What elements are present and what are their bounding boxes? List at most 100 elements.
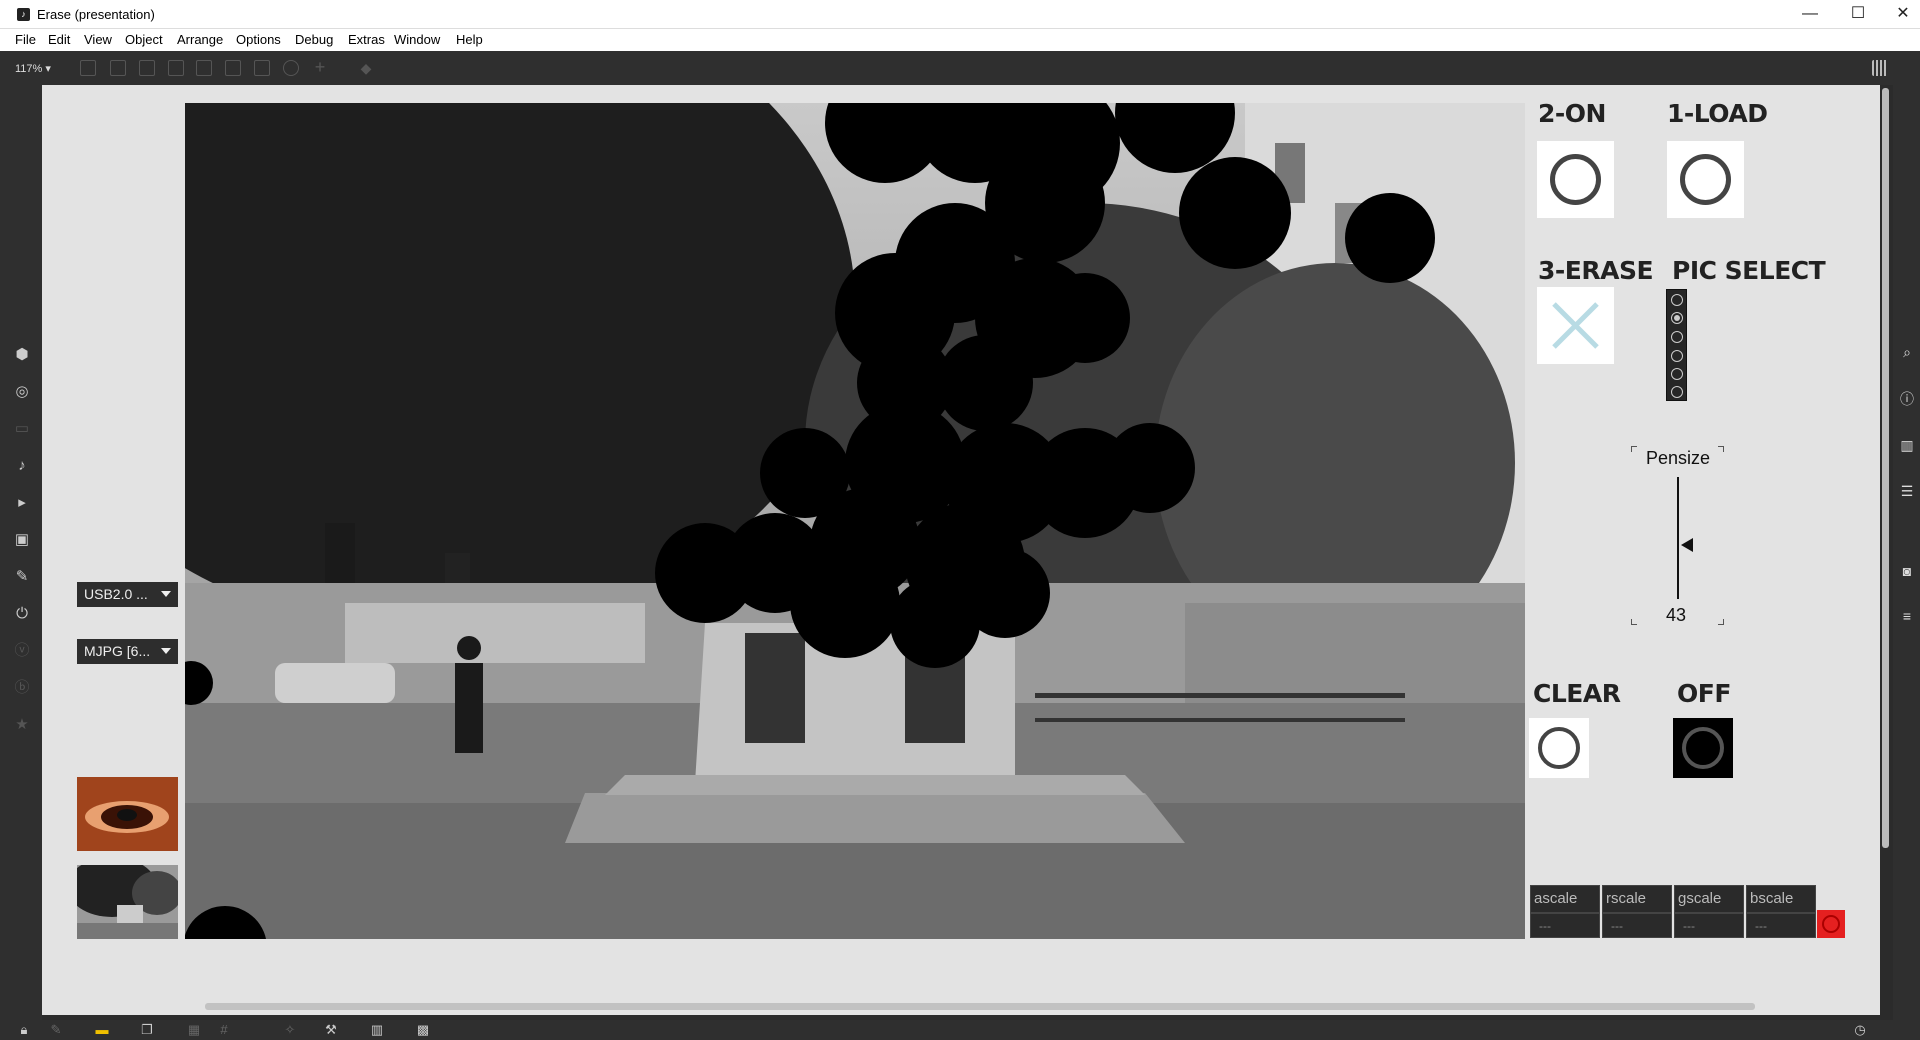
erase-toggle[interactable] (1537, 287, 1614, 364)
menu-extras[interactable]: Extras (348, 32, 385, 47)
off-label: OFF (1677, 679, 1731, 708)
bang-icon[interactable] (225, 60, 241, 76)
search-icon[interactable]: ⌕ (1897, 342, 1917, 362)
thumbnail-eye[interactable] (77, 777, 178, 851)
patch-icon[interactable]: ▦ (186, 1022, 202, 1038)
clear-button[interactable] (1529, 718, 1589, 778)
toolbar: 117% ▾ + ◆ (0, 51, 1920, 85)
video-device-dropdown[interactable]: USB2.0 ... (77, 582, 178, 607)
plug-icon[interactable]: ⏻ (12, 604, 32, 624)
columns-icon[interactable]: ▥ (1897, 435, 1917, 455)
radio-option-2[interactable] (1671, 312, 1683, 324)
edit-icon[interactable]: ✎ (48, 1022, 64, 1038)
windows-icon[interactable]: ❐ (139, 1022, 155, 1038)
info-icon[interactable]: ⓘ (1897, 389, 1917, 409)
camera-icon[interactable]: ◙ (1897, 561, 1917, 581)
image-icon[interactable]: ▣ (12, 530, 32, 550)
load-button[interactable] (1667, 141, 1744, 218)
radio-option-6[interactable] (1671, 386, 1683, 398)
vertical-scrollbar[interactable] (1882, 88, 1889, 848)
ascale-number[interactable]: --- (1530, 913, 1600, 938)
title-bar: ♪ Erase (presentation) — ☐ ✕ (0, 0, 1920, 29)
star-icon[interactable]: ★ (12, 715, 32, 735)
pic-select-label: PIC SELECT (1672, 256, 1826, 285)
load-label: 1-LOAD (1667, 99, 1768, 128)
add-icon[interactable]: + (312, 58, 328, 76)
radio-option-4[interactable] (1671, 350, 1683, 362)
chevron-down-icon (161, 591, 171, 597)
presentation-icon[interactable] (80, 60, 96, 76)
radio-option-5[interactable] (1671, 368, 1683, 380)
erase-label: 3-ERASE (1538, 256, 1654, 285)
rscale-number[interactable]: --- (1602, 913, 1672, 938)
menu-view[interactable]: View (84, 32, 112, 47)
paint-icon[interactable]: ◆ (358, 60, 374, 76)
menu-object[interactable]: Object (125, 32, 163, 47)
minimize-button[interactable]: — (1790, 3, 1830, 25)
ascale-label: ascale (1530, 885, 1600, 913)
menu-bar: File Edit View Object Arrange Options De… (0, 29, 1920, 51)
clock-icon[interactable]: ◷ (1852, 1022, 1868, 1038)
zoom-menu[interactable]: 117% ▾ (15, 62, 51, 75)
list-icon[interactable]: ☰ (1897, 481, 1917, 501)
dial-icon[interactable] (283, 60, 299, 76)
video-format-value: MJPG [6... (84, 643, 151, 659)
maximize-button[interactable]: ☐ (1838, 3, 1878, 25)
close-button[interactable]: ✕ (1883, 3, 1920, 25)
menu-edit[interactable]: Edit (48, 32, 70, 47)
slider-icon[interactable] (254, 60, 270, 76)
pensize-value: 43 (1666, 605, 1687, 625)
radio-option-1[interactable] (1671, 294, 1683, 306)
target-icon[interactable]: ◎ (12, 382, 32, 402)
on-toggle[interactable] (1537, 141, 1614, 218)
comment-icon[interactable]: ▬ (94, 1022, 110, 1038)
menu-debug[interactable]: Debug (295, 32, 333, 47)
v-icon[interactable]: ⓥ (12, 641, 32, 661)
record-button[interactable] (1817, 910, 1845, 938)
slider-corner (1718, 619, 1724, 625)
paperclip-icon[interactable]: ✎ (12, 567, 32, 587)
mixer-icon[interactable]: ≡ (1897, 606, 1917, 626)
grid-toggle-icon[interactable] (1872, 60, 1888, 76)
bscale-label: bscale (1746, 885, 1816, 913)
menu-help[interactable]: Help (456, 32, 483, 47)
sequence-icon[interactable]: ▭ (12, 419, 32, 439)
gscale-number[interactable]: --- (1674, 913, 1744, 938)
thumbnail-park[interactable] (77, 865, 178, 939)
pic-select-radiogroup[interactable] (1666, 289, 1687, 401)
on-label: 2-ON (1538, 99, 1606, 128)
piano-icon[interactable]: ▥ (369, 1022, 385, 1038)
pensize-label: Pensize (1646, 448, 1711, 468)
x-box-icon[interactable] (168, 60, 184, 76)
wand-icon[interactable]: ✧ (282, 1022, 298, 1038)
pensize-slider-thumb[interactable] (1681, 538, 1693, 552)
bscale-number[interactable]: --- (1746, 913, 1816, 938)
lock-icon[interactable]: 🔒︎ (16, 1022, 32, 1038)
bottom-toolbar: 🔒︎ ✎ ▬ ❐ ▦ # ✧ ⚒ ▥ ▩ ◷ (0, 1020, 1920, 1040)
comment-icon[interactable] (139, 60, 155, 76)
menu-options[interactable]: Options (236, 32, 281, 47)
grid-icon[interactable]: # (216, 1022, 232, 1038)
pensize-slider[interactable] (1677, 477, 1679, 599)
horizontal-scrollbar[interactable] (205, 1003, 1755, 1010)
note-icon[interactable]: ♪ (12, 456, 32, 476)
menu-file[interactable]: File (15, 32, 36, 47)
radio-option-3[interactable] (1671, 331, 1683, 343)
image-display[interactable] (185, 103, 1525, 939)
x-toggle-icon (1552, 302, 1599, 349)
cube-icon[interactable]: ⬢ (12, 345, 32, 365)
message-icon[interactable] (110, 60, 126, 76)
wrench-icon[interactable]: ⚒ (323, 1022, 339, 1038)
window-title: Erase (presentation) (37, 7, 155, 22)
keyboard-icon[interactable]: ▩ (415, 1022, 431, 1038)
play-step-icon[interactable]: ▸ (12, 493, 32, 513)
eye-thumbnail-graphic (77, 777, 178, 851)
video-format-dropdown[interactable]: MJPG [6... (77, 639, 178, 664)
menu-window[interactable]: Window (394, 32, 440, 47)
menu-arrange[interactable]: Arrange (177, 32, 223, 47)
park-thumbnail-graphic (77, 865, 178, 939)
off-button[interactable] (1673, 718, 1733, 778)
toggle-box-icon[interactable] (196, 60, 212, 76)
gscale-label: gscale (1674, 885, 1744, 913)
b-icon[interactable]: ⓑ (12, 678, 32, 698)
